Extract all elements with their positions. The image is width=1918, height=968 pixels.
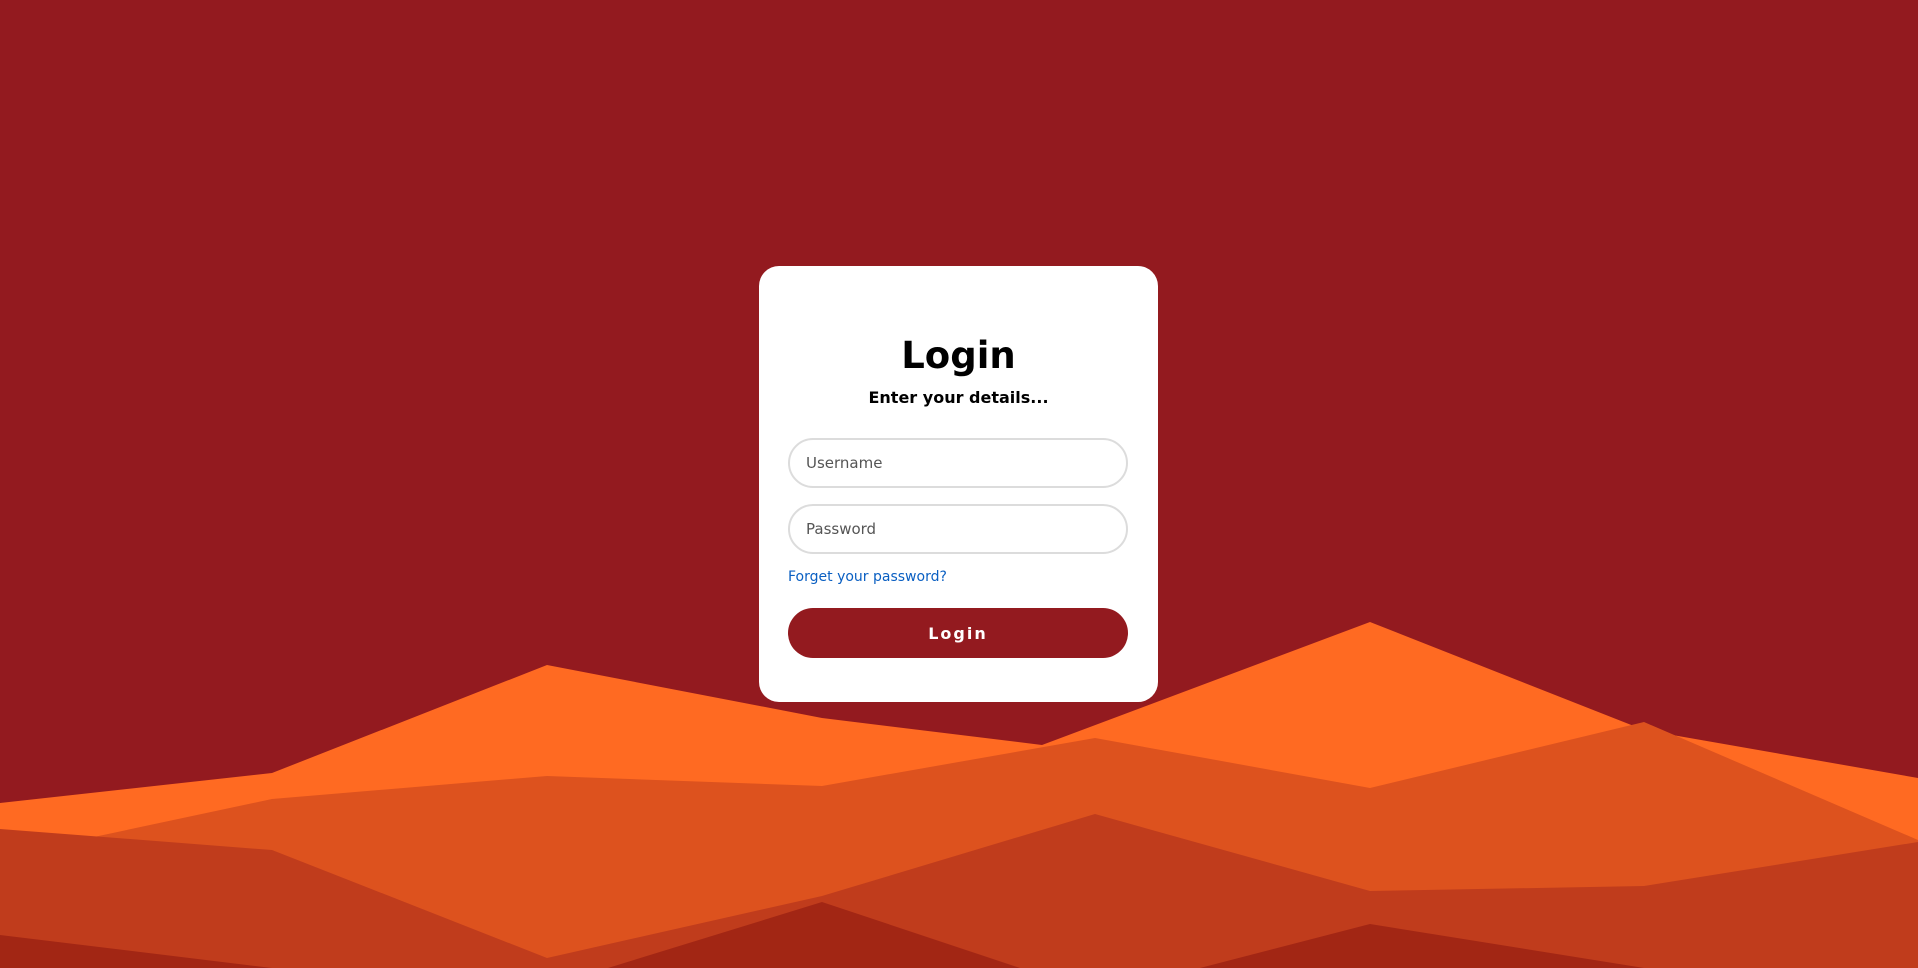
password-input[interactable] bbox=[788, 504, 1128, 554]
username-input[interactable] bbox=[788, 438, 1128, 488]
forgot-password-link[interactable]: Forget your password? bbox=[788, 568, 947, 586]
login-button[interactable]: Login bbox=[788, 608, 1128, 658]
login-title: Login bbox=[901, 334, 1016, 377]
login-subtitle: Enter your details... bbox=[868, 388, 1049, 407]
login-card: Login Enter your details... Forget your … bbox=[759, 266, 1158, 702]
